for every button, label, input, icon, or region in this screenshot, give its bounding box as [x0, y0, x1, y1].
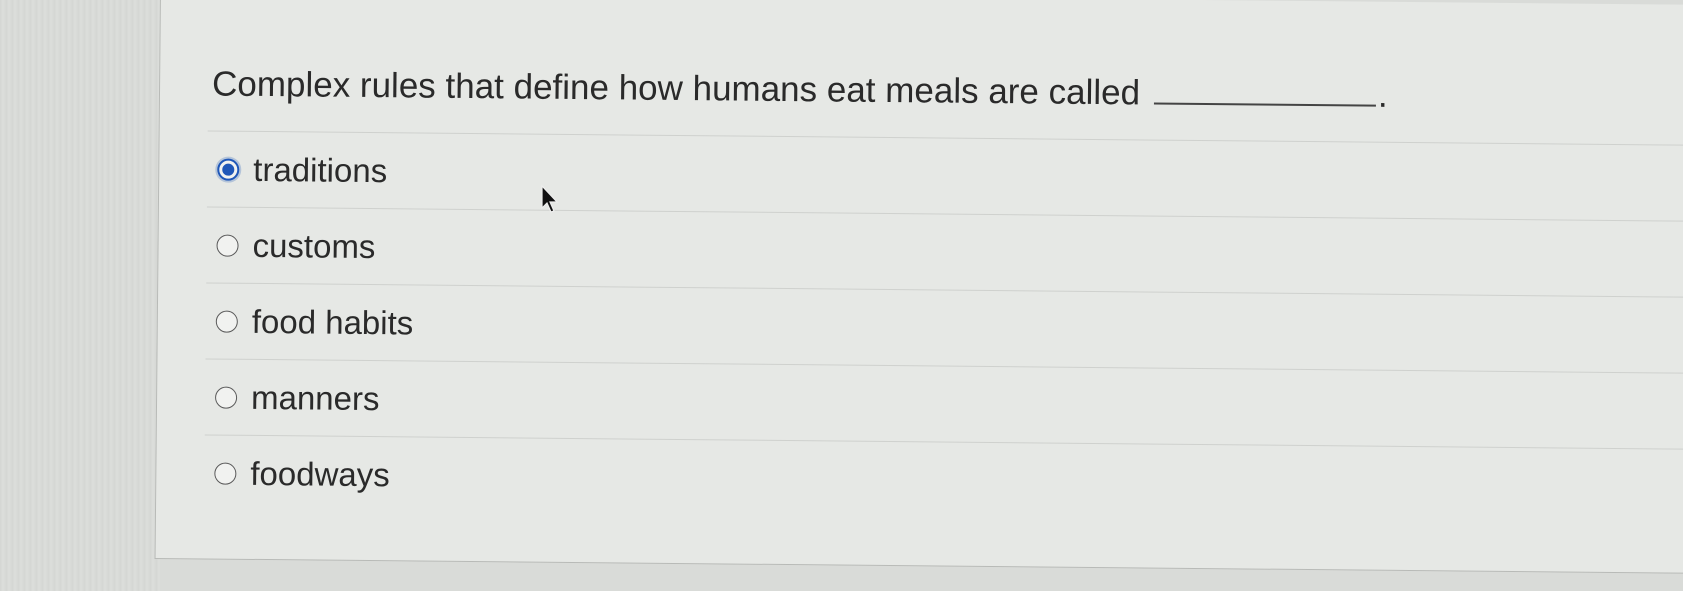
- radio-traditions[interactable]: [217, 158, 240, 181]
- option-label: traditions: [253, 150, 388, 190]
- page-margin: [0, 0, 160, 591]
- option-foodways[interactable]: foodways: [203, 434, 1683, 526]
- option-label: manners: [250, 378, 380, 418]
- question-period: .: [1377, 75, 1388, 115]
- option-label: food habits: [251, 302, 414, 342]
- question-text: Complex rules that define how humans eat…: [211, 64, 1141, 113]
- radio-manners[interactable]: [214, 386, 238, 409]
- question-prompt: Complex rules that define how humans eat…: [212, 65, 1388, 116]
- option-label: customs: [252, 226, 376, 266]
- answer-blank: [1153, 80, 1377, 107]
- radio-food-habits[interactable]: [215, 310, 238, 333]
- radio-customs[interactable]: [216, 234, 239, 257]
- mouse-pointer-icon: [541, 184, 559, 213]
- radio-foodways[interactable]: [214, 462, 237, 485]
- option-label: foodways: [250, 454, 390, 494]
- question-card: Complex rules that define how humans eat…: [154, 0, 1683, 574]
